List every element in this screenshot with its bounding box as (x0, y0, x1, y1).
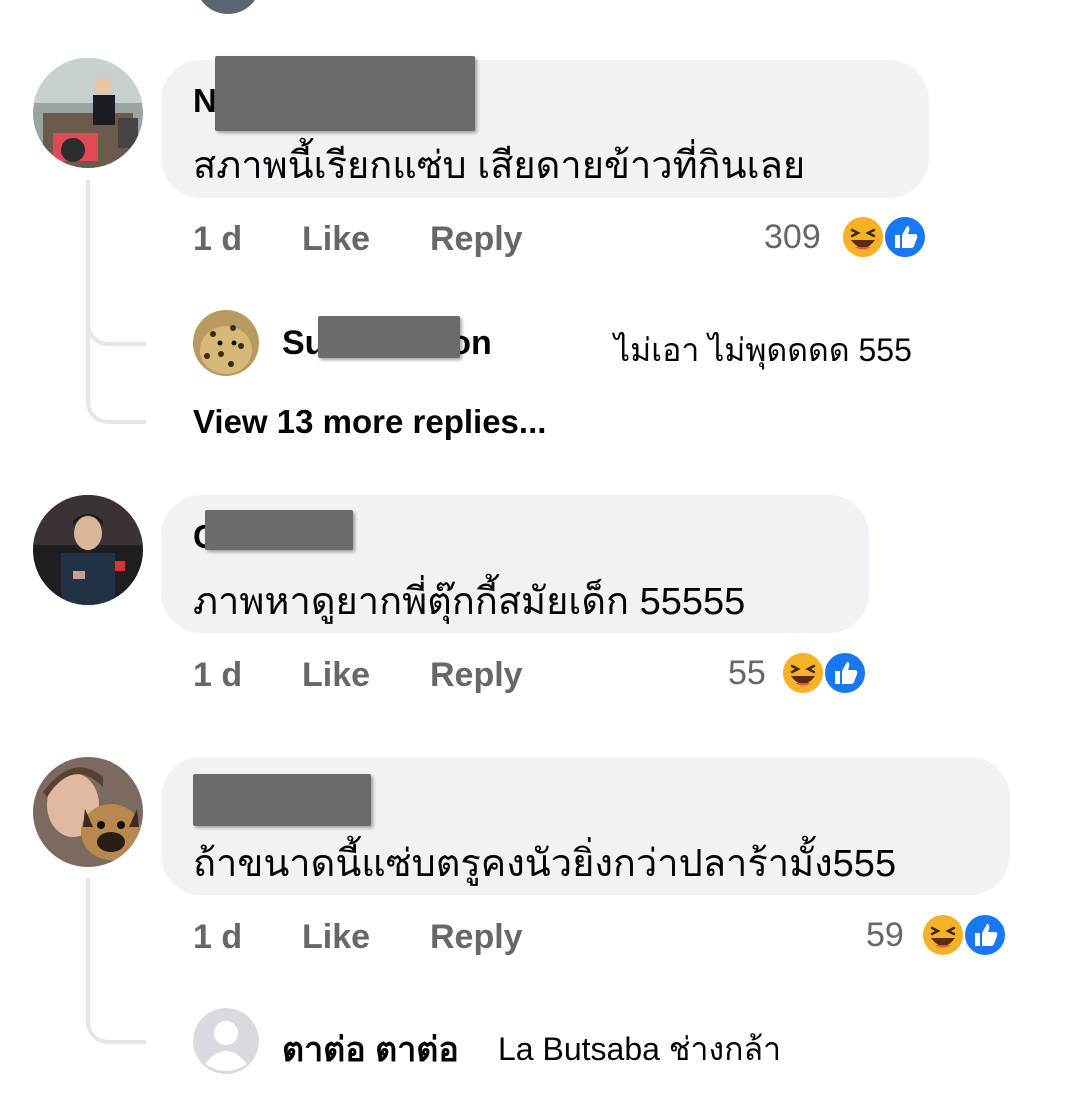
like-button[interactable]: Like (302, 656, 370, 695)
thread-branch (86, 960, 146, 1044)
like-icon[interactable] (822, 650, 868, 696)
like-button[interactable]: Like (302, 918, 370, 957)
view-more-replies-link[interactable]: View 13 more replies... (193, 403, 546, 441)
reply-button[interactable]: Reply (430, 918, 523, 957)
like-button[interactable]: Like (302, 220, 370, 259)
commenter-avatar[interactable] (33, 58, 143, 168)
like-icon[interactable] (962, 912, 1008, 958)
reply-button[interactable]: Reply (430, 220, 523, 259)
reaction-count[interactable]: 55 (728, 654, 766, 693)
commenter-avatar[interactable] (33, 757, 143, 867)
like-icon[interactable] (882, 214, 928, 260)
comment-text: สภาพนี้เรียกแซ่บ เสียดายข้าวที่กินเลย (193, 145, 806, 187)
thread-branch (86, 340, 146, 424)
reaction-count[interactable]: 59 (866, 916, 904, 955)
comment-text: ถ้าขนาดนี้แซ่บตรูคงนัวยิ่งกว่าปลาร้ามั้ง… (193, 843, 897, 885)
redaction-block (205, 510, 353, 550)
reply-author[interactable]: ตาต่อ ตาต่อ (282, 1022, 459, 1076)
reply-text: La Butsaba ช่างกล้า (498, 1031, 782, 1067)
comment-time[interactable]: 1 d (193, 656, 242, 695)
default-avatar[interactable] (193, 1008, 259, 1074)
haha-icon[interactable] (780, 650, 826, 696)
reaction-count[interactable]: 309 (764, 218, 821, 257)
comment-text: ภาพหาดูยากพี่ตุ๊กกี้สมัยเด็ก 55555 (193, 581, 746, 623)
reply-text: ไม่เอา ไม่พุดดดด 555 (614, 332, 912, 368)
haha-icon[interactable] (840, 214, 886, 260)
comment-time[interactable]: 1 d (193, 220, 242, 259)
reply-button[interactable]: Reply (430, 656, 523, 695)
commenter-avatar[interactable] (33, 495, 143, 605)
comment-time[interactable]: 1 d (193, 918, 242, 957)
reply-avatar[interactable] (193, 310, 259, 376)
haha-icon[interactable] (920, 912, 966, 958)
redaction-block (318, 316, 460, 358)
redaction-block (215, 56, 475, 131)
avatar-previous-comment[interactable] (195, 0, 261, 14)
redaction-block (193, 774, 371, 826)
